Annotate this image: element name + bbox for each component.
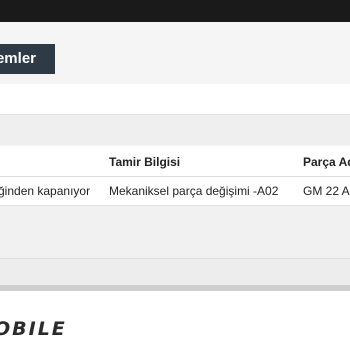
column-header-tamir-bilgisi[interactable]: Tamir Bilgisi [109, 155, 180, 169]
tab-islemler[interactable]: emler [0, 44, 55, 74]
section-spacer [0, 115, 350, 145]
cell-parca-adi: GM 22 A [303, 184, 350, 198]
top-status-bar [0, 0, 350, 22]
cell-description: ğinden kapanıyor [0, 184, 91, 198]
filter-row[interactable]: li [0, 84, 350, 115]
column-header-parca-adi[interactable]: Parça Ad [303, 155, 350, 169]
empty-section [0, 206, 350, 259]
brand-logo: OBILE [0, 318, 67, 340]
filter-row-text: li [0, 91, 1, 106]
table-row[interactable]: ğinden kapanıyor Mekaniksel parça değişi… [0, 177, 350, 206]
cell-tamir-bilgisi: Mekaniksel parça değişimi -A02 [109, 184, 279, 198]
empty-section-lower [0, 259, 350, 285]
table-header: Tamir Bilgisi Parça Ad [0, 146, 350, 177]
tab-label: emler [0, 50, 36, 67]
